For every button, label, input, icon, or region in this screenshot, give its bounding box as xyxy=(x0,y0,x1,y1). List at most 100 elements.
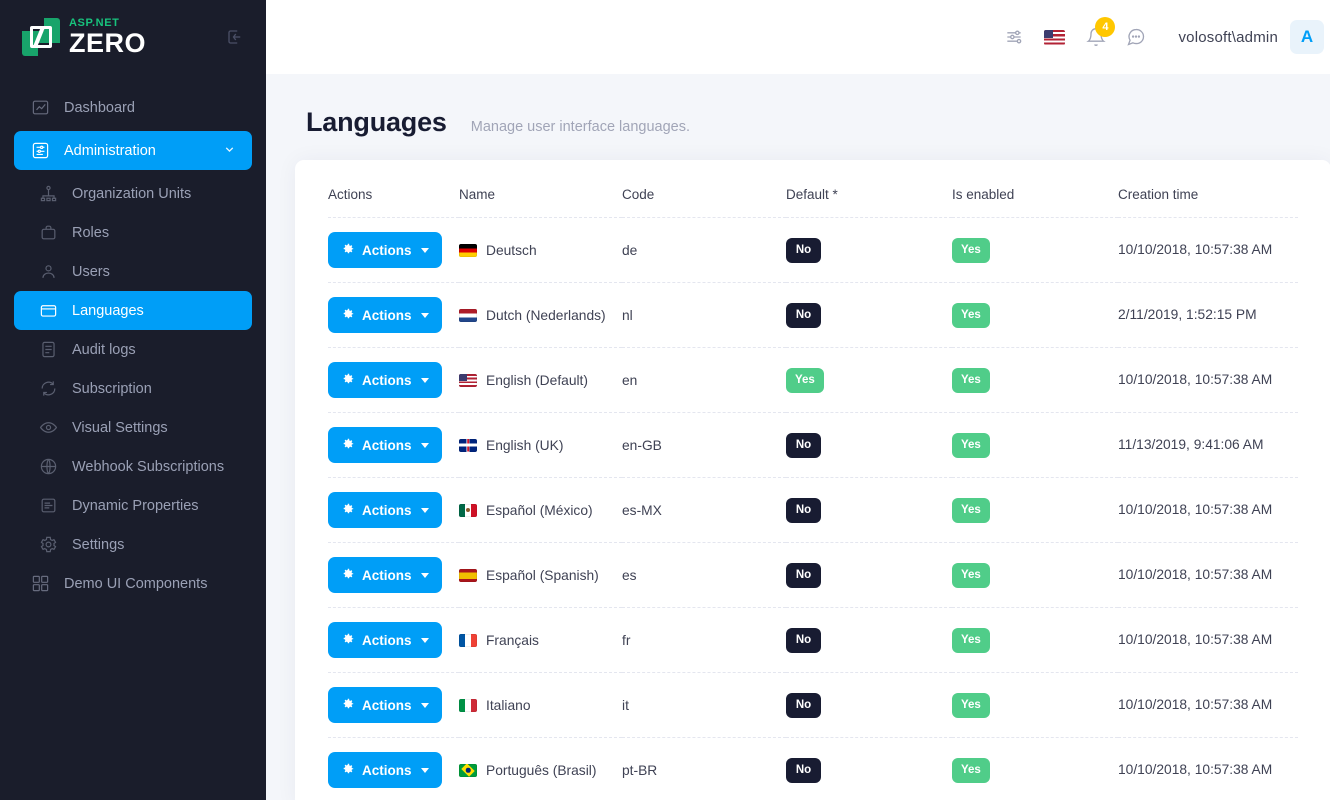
is-enabled-cell: Yes xyxy=(952,217,1118,283)
creation-time-cell: 11/13/2019, 9:41:06 AM xyxy=(1118,412,1298,478)
enabled-badge: Yes xyxy=(952,432,990,458)
languages-card: Actions Name Code Default * Is enabled Creati… xyxy=(295,160,1330,800)
sidebar-item-webhook-subscriptions[interactable]: Webhook Subscriptions xyxy=(14,447,252,486)
actions-button[interactable]: Actions xyxy=(328,362,442,398)
actions-button[interactable]: Actions xyxy=(328,492,442,528)
sidebar-item-users[interactable]: Users xyxy=(14,252,252,291)
actions-button[interactable]: Actions xyxy=(328,752,442,788)
caret-down-icon xyxy=(420,442,429,448)
actions-button[interactable]: Actions xyxy=(328,427,442,463)
actions-button[interactable]: Actions xyxy=(328,622,442,658)
settings-gear-icon xyxy=(38,535,58,555)
actions-button[interactable]: Actions xyxy=(328,557,442,593)
name-cell: Français xyxy=(459,607,622,673)
us-flag-icon[interactable] xyxy=(1034,17,1074,57)
username-label[interactable]: volosoft\admin xyxy=(1178,29,1278,46)
actions-button[interactable]: Actions xyxy=(328,687,442,723)
sidebar-item-settings[interactable]: Settings xyxy=(14,525,252,564)
column-header-name[interactable]: Name xyxy=(459,160,622,218)
germany-flag-icon xyxy=(459,243,477,257)
caret-down-icon xyxy=(420,247,429,253)
actions-button[interactable]: Actions xyxy=(328,297,442,333)
enabled-badge: Yes xyxy=(952,627,990,653)
sidebar-collapse-icon[interactable] xyxy=(222,24,248,50)
column-header-default[interactable]: Default * xyxy=(786,160,952,218)
language-name: Español (Spanish) xyxy=(486,567,599,583)
gear-icon xyxy=(341,632,355,649)
brand-logo[interactable]: ASP.NET ZERO xyxy=(22,17,147,58)
sidebar-item-roles[interactable]: Roles xyxy=(14,213,252,252)
language-name: Português (Brasil) xyxy=(486,762,597,778)
sidebar-item-languages[interactable]: Languages xyxy=(14,291,252,330)
column-header-is-enabled[interactable]: Is enabled xyxy=(952,160,1118,218)
is-enabled-cell: Yes xyxy=(952,542,1118,608)
actions-button-label: Actions xyxy=(362,502,412,518)
default-badge: No xyxy=(786,432,821,458)
brand-bottom-text: ZERO xyxy=(69,27,147,58)
sidebar-item-label: Languages xyxy=(72,302,144,319)
code-cell: fr xyxy=(622,607,786,673)
aspnet-zero-logo-icon xyxy=(22,17,60,56)
caret-down-icon xyxy=(420,702,429,708)
table-row: Actions Dutch (Nederlands) nl No Yes 2/11/201… xyxy=(328,282,1298,348)
mexico-flag-icon xyxy=(459,503,477,517)
language-name: Español (México) xyxy=(486,502,593,518)
sidebar-item-demo-ui-components[interactable]: Demo UI Components xyxy=(14,564,252,603)
enabled-badge: Yes xyxy=(952,562,990,588)
is-enabled-cell: Yes xyxy=(952,347,1118,413)
language-name: Italiano xyxy=(486,697,531,713)
sidebar-item-label: Subscription xyxy=(72,380,152,397)
chat-bubble-icon[interactable] xyxy=(1116,17,1156,57)
sidebar-item-label: Users xyxy=(72,263,110,280)
sidebar-item-subscription[interactable]: Subscription xyxy=(14,369,252,408)
sidebar-item-organization-units[interactable]: Organization Units xyxy=(14,174,252,213)
chevron-down-icon[interactable] xyxy=(223,143,236,159)
language-name: Français xyxy=(486,632,539,648)
default-badge: No xyxy=(786,757,821,783)
dashboard-chart-icon xyxy=(30,98,50,118)
sidebar-item-label: Organization Units xyxy=(72,185,192,202)
sidebar-item-audit-logs[interactable]: Audit logs xyxy=(14,330,252,369)
actions-button-label: Actions xyxy=(362,372,412,388)
column-header-creation-time[interactable]: Creation time xyxy=(1118,160,1298,218)
name-cell: Deutsch xyxy=(459,217,622,283)
code-cell: nl xyxy=(622,282,786,348)
actions-cell: Actions xyxy=(328,607,459,673)
sidebar-item-dynamic-properties[interactable]: Dynamic Properties xyxy=(14,486,252,525)
sliders-icon[interactable] xyxy=(994,17,1034,57)
column-header-code[interactable]: Code xyxy=(622,160,786,218)
sidebar-item-visual-settings[interactable]: Visual Settings xyxy=(14,408,252,447)
caret-down-icon xyxy=(420,377,429,383)
actions-button[interactable]: Actions xyxy=(328,232,442,268)
avatar[interactable]: A xyxy=(1290,20,1324,54)
actions-button-label: Actions xyxy=(362,242,412,258)
creation-time-cell: 2/11/2019, 1:52:15 PM xyxy=(1118,282,1298,348)
topbar: 4 volosoft\admin A xyxy=(266,0,1330,74)
gear-icon xyxy=(341,372,355,389)
enabled-badge: Yes xyxy=(952,692,990,718)
language-name: English (UK) xyxy=(486,437,564,453)
column-header-actions[interactable]: Actions xyxy=(328,160,459,218)
table-body: Actions Deutsch de No Yes 10/10/2018, 10:57:3… xyxy=(328,217,1298,800)
usa-flag-icon xyxy=(459,373,477,387)
main-area: 4 volosoft\admin A Languages Manage user… xyxy=(266,0,1330,800)
sidebar-brand-row: ASP.NET ZERO xyxy=(0,0,266,74)
creation-time-cell: 10/10/2018, 10:57:38 AM xyxy=(1118,672,1298,738)
bell-icon[interactable]: 4 xyxy=(1076,17,1116,57)
is-enabled-cell: Yes xyxy=(952,737,1118,800)
sidebar-item-label: Audit logs xyxy=(72,341,136,358)
caret-down-icon xyxy=(420,312,429,318)
code-cell: de xyxy=(622,217,786,283)
actions-cell: Actions xyxy=(328,412,459,478)
name-cell: Español (México) xyxy=(459,477,622,543)
sidebar-item-administration[interactable]: Administration xyxy=(14,131,252,170)
content-area: Languages Manage user interface language… xyxy=(266,74,1330,800)
creation-time-cell: 10/10/2018, 10:57:38 AM xyxy=(1118,347,1298,413)
notification-badge: 4 xyxy=(1095,17,1116,37)
webhook-globe-icon xyxy=(38,457,58,477)
table-row: Actions Español (México) es-MX No Yes 10/10/2… xyxy=(328,477,1298,543)
creation-time-cell: 10/10/2018, 10:57:38 AM xyxy=(1118,217,1298,283)
enabled-badge: Yes xyxy=(952,302,990,328)
sidebar-item-dashboard[interactable]: Dashboard xyxy=(14,88,252,127)
actions-cell: Actions xyxy=(328,217,459,283)
